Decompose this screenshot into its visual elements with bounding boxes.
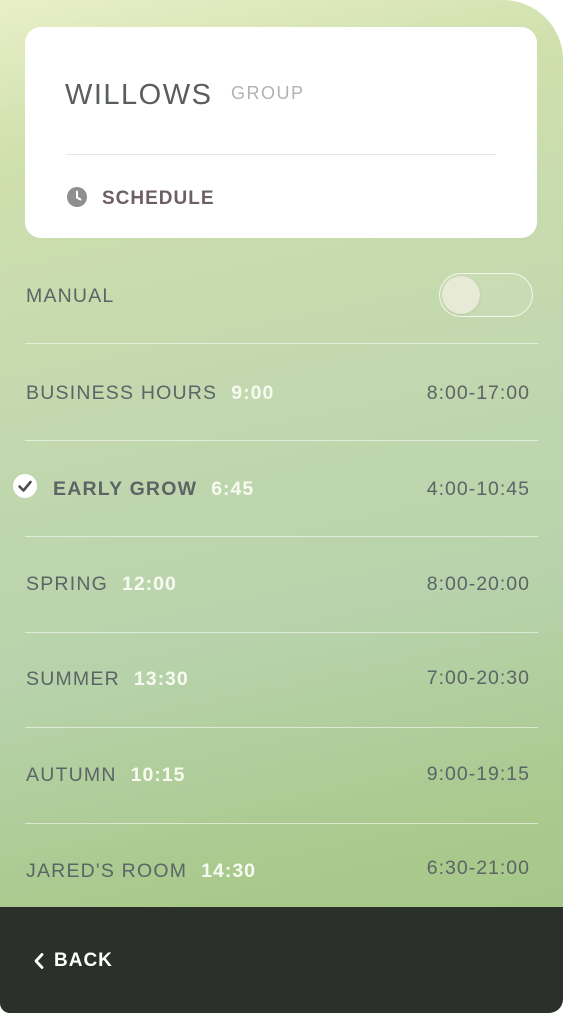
schedule-range: 7:00-20:30 (426, 667, 530, 689)
schedule-time: 14:30 (201, 860, 257, 882)
schedule-range: 8:00-20:00 (426, 573, 530, 595)
manual-label: MANUAL (26, 285, 115, 307)
check-icon (13, 474, 37, 498)
schedule-label: AUTUMN 10:15 (26, 764, 185, 787)
schedule-label: SUMMER 13:30 (26, 668, 189, 691)
card-divider (66, 154, 496, 155)
schedule-row-business-hours[interactable]: BUSINESS HOURS 9:00 8:00-17:00 (0, 344, 563, 440)
schedule-name: BUSINESS HOURS (26, 382, 218, 404)
schedule-label: EARLY GROW 6:45 (53, 478, 254, 501)
schedule-screen: WILLOWS GROUP SCHEDULE MANUAL BUSINESS H… (0, 0, 563, 1013)
schedule-label: SPRING 12:00 (26, 573, 177, 596)
chevron-left-icon (34, 953, 44, 969)
schedule-range: 6:30-21:00 (426, 857, 530, 879)
schedule-time: 10:15 (130, 764, 186, 786)
schedule-label: JARED'S ROOM 14:30 (26, 860, 256, 883)
schedule-name: EARLY GROW (53, 478, 198, 500)
back-button[interactable]: BACK (32, 947, 113, 975)
clock-icon (67, 187, 87, 207)
schedule-name: SPRING (26, 573, 108, 595)
footer-bar: BACK (0, 907, 563, 1013)
schedule-range: 9:00-19:15 (426, 763, 530, 785)
schedule-link[interactable]: SCHEDULE (102, 188, 215, 210)
schedule-name: JARED'S ROOM (26, 860, 188, 882)
schedule-range: 8:00-17:00 (426, 382, 530, 404)
group-subtitle: GROUP (231, 83, 305, 103)
manual-toggle[interactable] (439, 273, 533, 317)
schedule-name: AUTUMN (26, 764, 117, 786)
schedule-row-early-grow[interactable]: EARLY GROW 6:45 4:00-10:45 (0, 441, 563, 537)
schedule-row-summer[interactable]: SUMMER 13:30 7:00-20:30 (0, 633, 563, 729)
schedule-row-jareds-room[interactable]: JARED'S ROOM 14:30 6:30-21:00 (0, 824, 563, 920)
schedule-row-autumn[interactable]: AUTUMN 10:15 9:00-19:15 (0, 728, 563, 824)
schedule-time: 9:00 (231, 382, 275, 404)
schedule-name: SUMMER (26, 668, 120, 690)
group-title: WILLOWS (65, 79, 213, 111)
back-label: BACK (54, 950, 113, 971)
group-header-card: WILLOWS GROUP SCHEDULE (25, 27, 537, 238)
schedule-range: 4:00-10:45 (426, 478, 530, 500)
schedule-time: 12:00 (121, 573, 177, 595)
schedule-time: 6:45 (211, 478, 255, 500)
toggle-knob[interactable] (442, 276, 480, 314)
schedule-row-spring[interactable]: SPRING 12:00 8:00-20:00 (0, 537, 563, 633)
schedule-label: BUSINESS HOURS 9:00 (26, 382, 274, 405)
schedule-time: 13:30 (133, 668, 189, 690)
